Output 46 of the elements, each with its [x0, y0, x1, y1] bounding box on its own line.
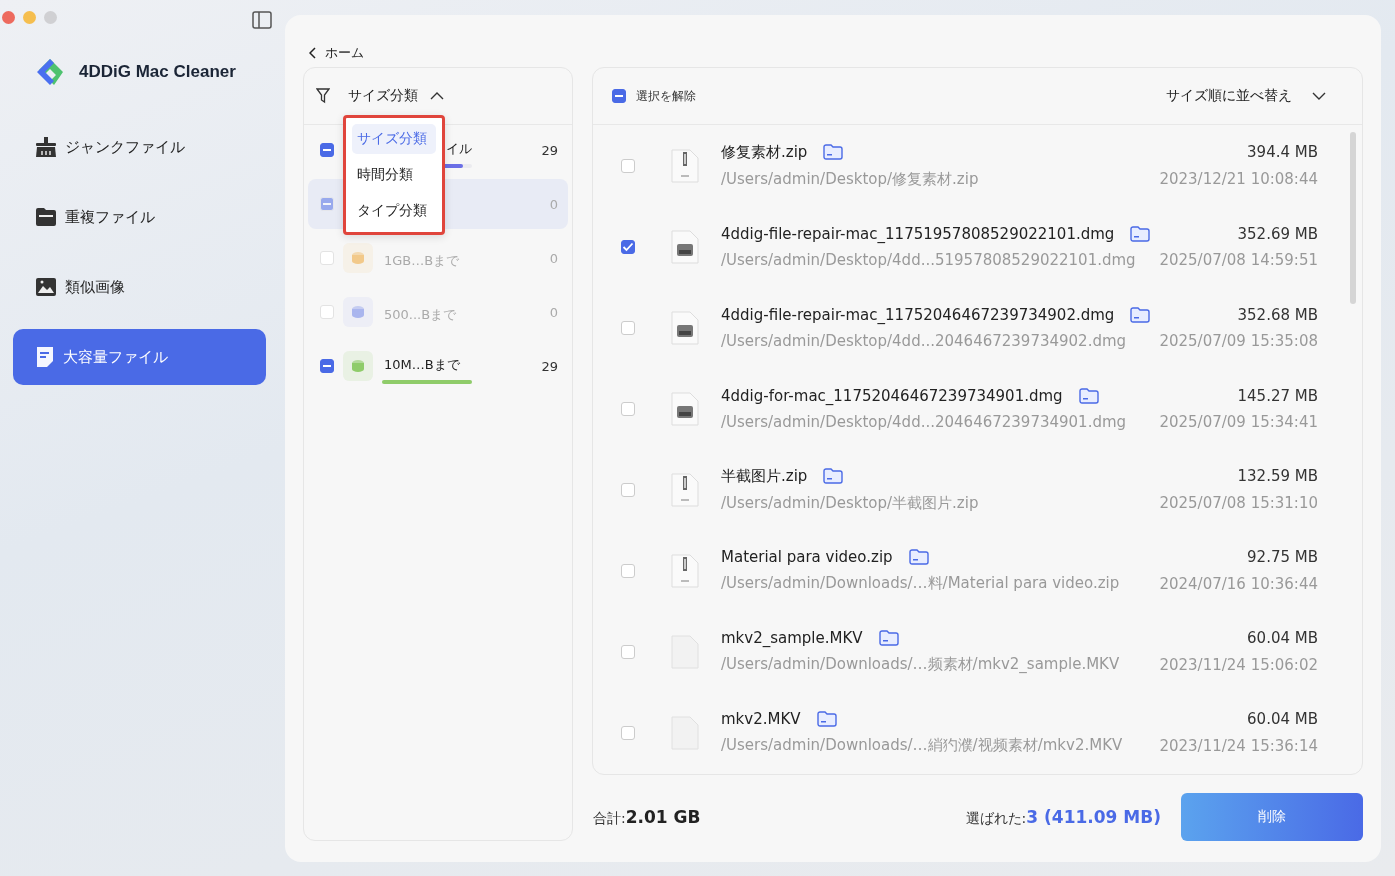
- item-count: 0: [549, 196, 558, 212]
- file-size: 60.04 MB: [1247, 710, 1318, 728]
- file-date: 2025/07/08 14:59:51: [1159, 250, 1318, 269]
- file-path: /Users/admin/Desktop/4dd...2046467239734902.dmg: [721, 331, 1127, 350]
- file-path: /Users/admin/Downloads/…綃犳濮/视频素材/mkv2.MKV: [721, 736, 1123, 755]
- file-name: mkv2_sample.MKV: [721, 629, 863, 647]
- file-date: 2023/11/24 15:06:02: [1159, 655, 1318, 674]
- file-name: 4ddig-for-mac_11752046467239734901.dmg: [721, 386, 1063, 405]
- file-path: /Users/admin/Desktop/半截图片.zip: [721, 493, 979, 513]
- item-count: 0: [549, 250, 558, 266]
- category-label: 1GB…Bまで: [383, 252, 461, 270]
- file-name: mkv2.MKV: [721, 710, 801, 728]
- file-date: 2023/12/21 10:08:44: [1159, 170, 1318, 188]
- total-size: 2.01 GB: [625, 806, 701, 827]
- file-size: 92.75 MB: [1247, 548, 1318, 566]
- file-size: 145.27 MB: [1237, 386, 1318, 405]
- file-path: /Users/admin/Desktop/修复素材.zip: [721, 169, 979, 189]
- total-label: 合計:: [593, 809, 626, 828]
- file-name: 4ddig-file-repair-mac_11751957808529022101.dmg: [721, 224, 1115, 243]
- file-name: 半截图片.zip: [721, 466, 808, 486]
- file-name: 修复素材.zip: [721, 142, 808, 162]
- item-count: 29: [541, 358, 558, 374]
- selected-label: 選ばれた:: [965, 809, 1027, 828]
- file-date: 2025/07/09 15:35:08: [1159, 331, 1318, 350]
- file-path: /Users/admin/Desktop/4dd...2046467239734901.dmg: [721, 412, 1127, 431]
- app-name: 4DDiG Mac Cleaner: [79, 62, 236, 82]
- category-label: 500...Bまで: [383, 306, 458, 324]
- category-label: イル: [445, 140, 473, 158]
- item-count: 0: [549, 304, 558, 320]
- file-size: 60.04 MB: [1247, 629, 1318, 647]
- file-size: 352.68 MB: [1237, 305, 1318, 324]
- file-date: 2024/07/16 10:36:44: [1159, 574, 1318, 593]
- file-size: 394.4 MB: [1247, 143, 1318, 161]
- file-path: /Users/admin/Downloads/…频素材/mkv2_sample.MKV: [721, 655, 1120, 674]
- file-path: /Users/admin/Desktop/4dd...51957808529022101.dmg: [721, 250, 1136, 269]
- file-name: Material para video.zip: [721, 548, 893, 566]
- file-path: /Users/admin/Downloads/…料/Material para video.zip: [721, 574, 1120, 593]
- file-date: 2025/07/08 15:31:10: [1159, 494, 1318, 512]
- selected-summary: 3 (411.09 MB): [1026, 806, 1161, 827]
- file-date: 2023/11/24 15:36:14: [1159, 736, 1318, 755]
- item-count: 29: [541, 142, 558, 158]
- file-name: 4ddig-file-repair-mac_11752046467239734902.dmg: [721, 305, 1115, 324]
- file-size: 132.59 MB: [1237, 467, 1318, 485]
- category-label: 10M…Bまで: [383, 356, 461, 374]
- file-size: 352.69 MB: [1237, 224, 1318, 243]
- file-date: 2025/07/09 15:34:41: [1159, 412, 1318, 431]
